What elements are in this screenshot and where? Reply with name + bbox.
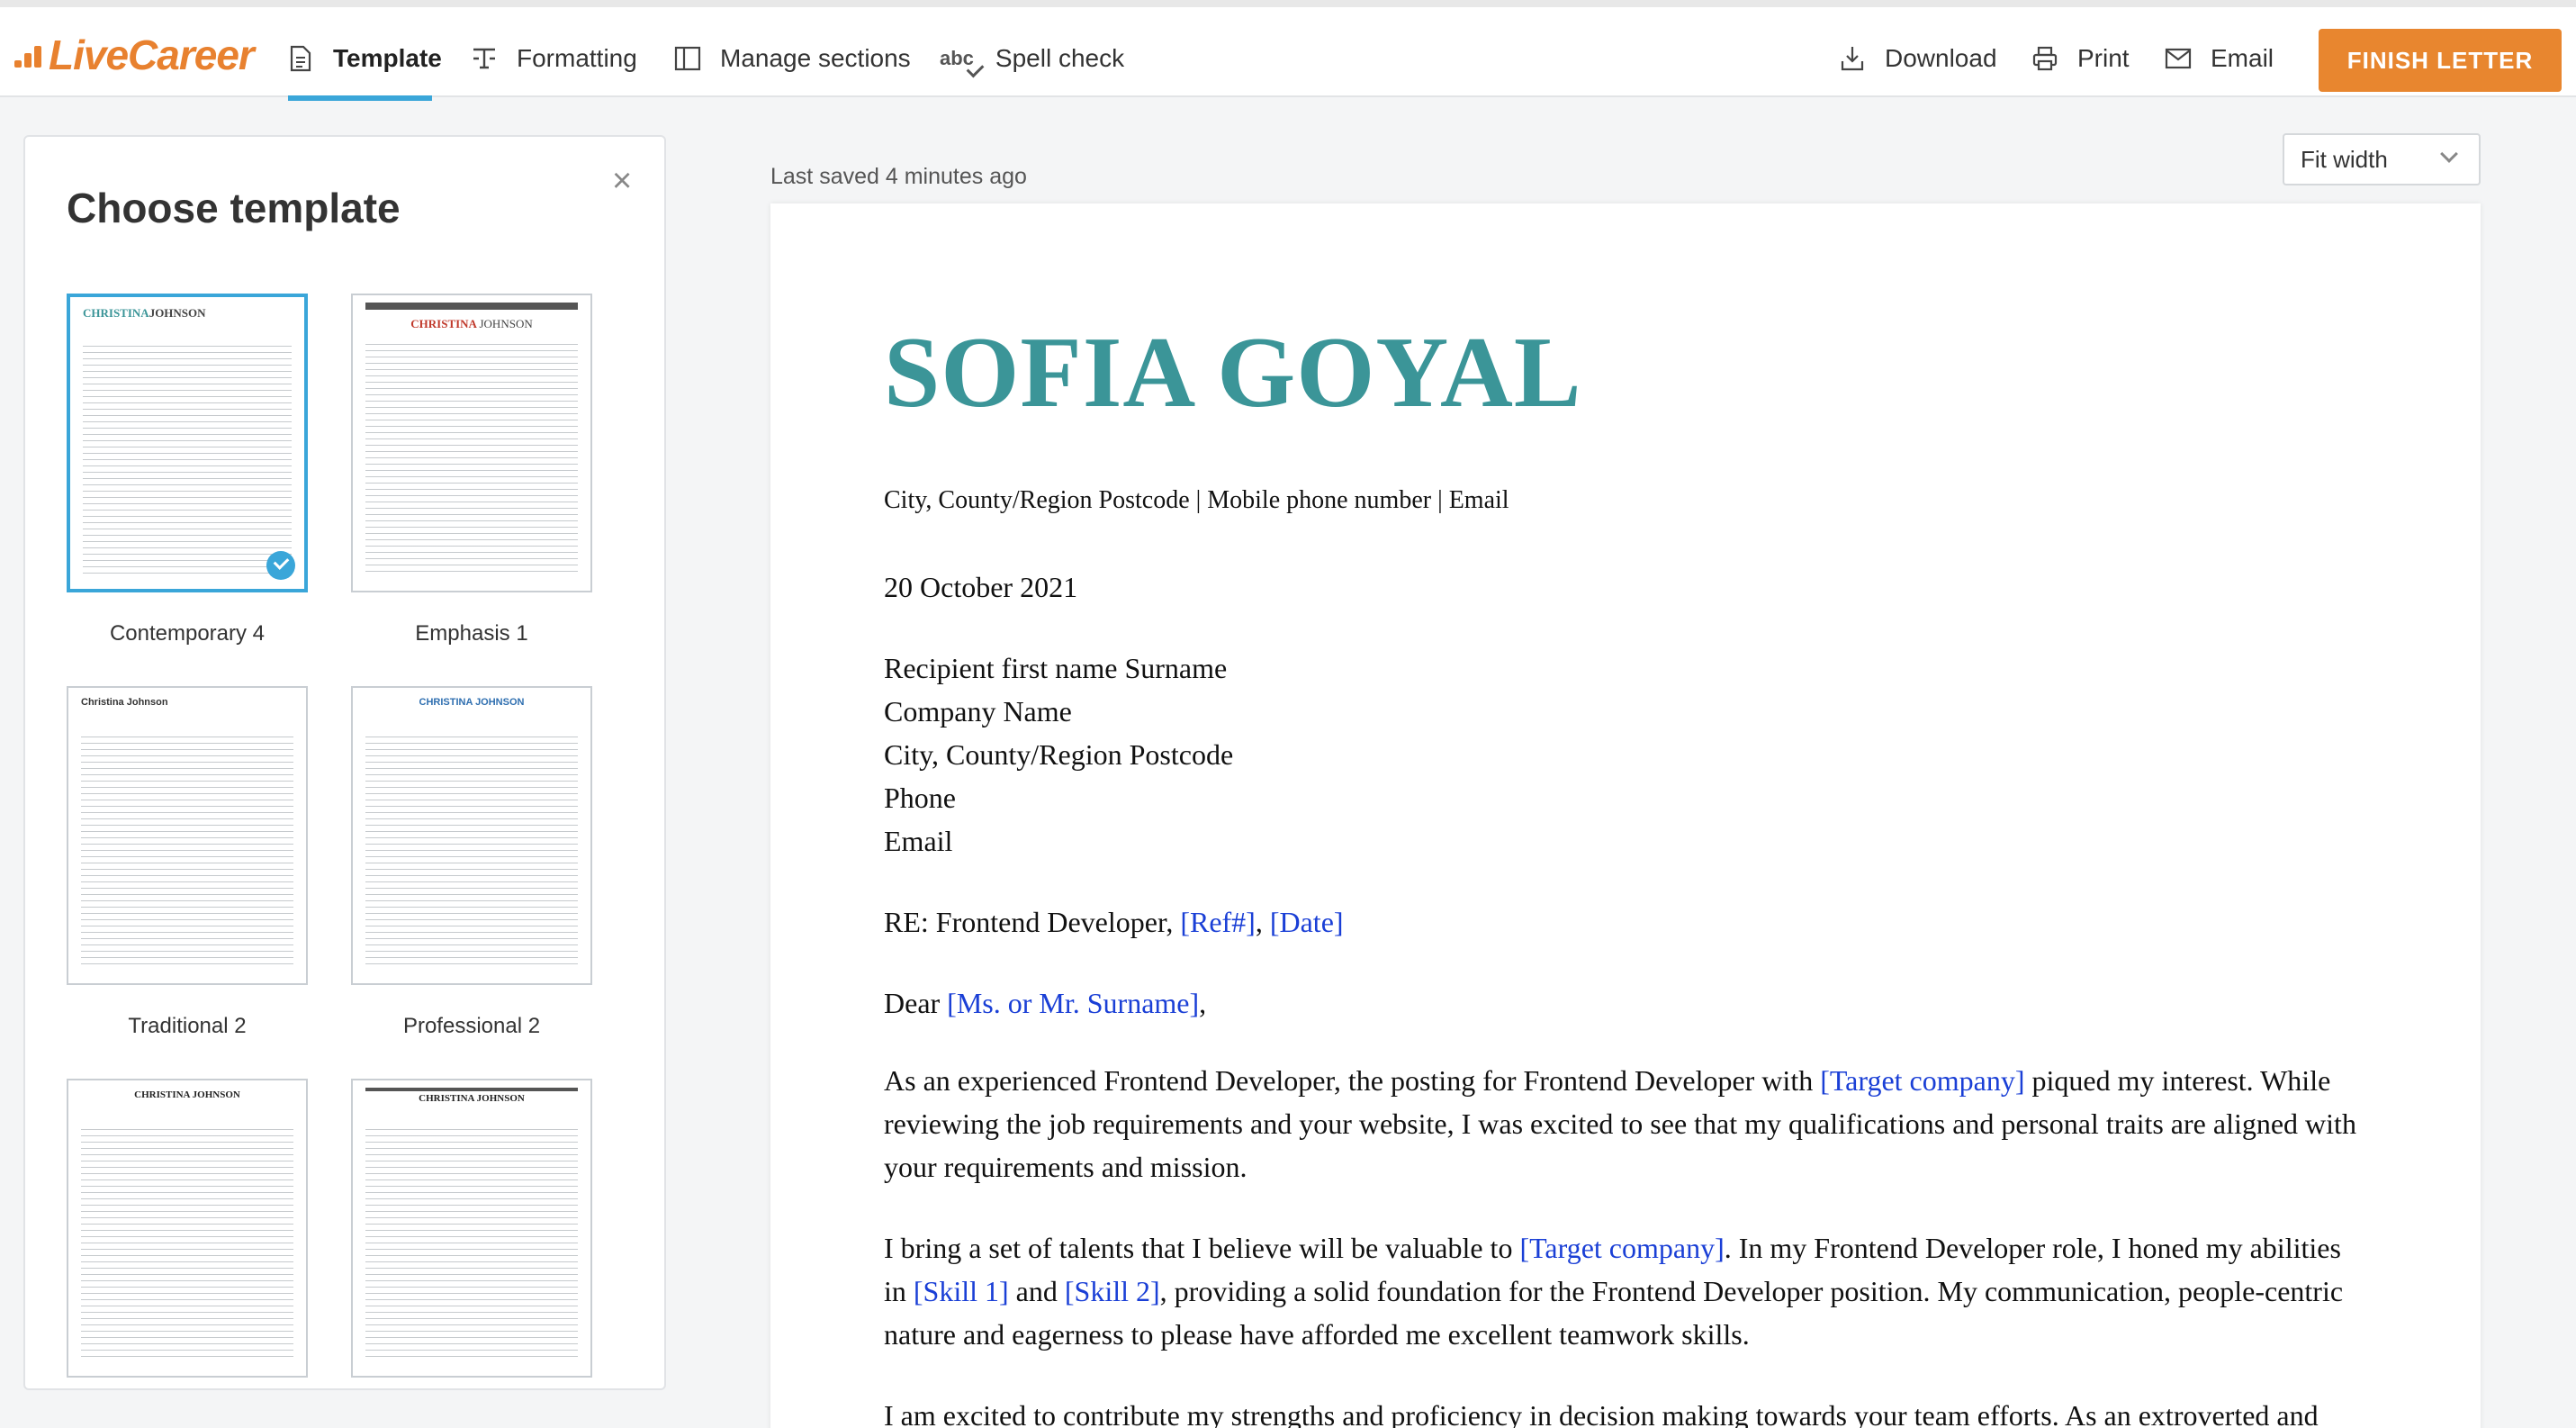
- letter-contact-line[interactable]: City, County/Region Postcode | Mobile ph…: [884, 486, 1509, 515]
- tab-spell-check-label: Spell check: [995, 44, 1125, 72]
- p1-text-a: As an experienced Frontend Developer, th…: [884, 1064, 1821, 1097]
- template-label: Emphasis 1: [415, 621, 528, 646]
- active-tab-indicator: [288, 95, 432, 101]
- last-saved-status: Last saved 4 minutes ago: [770, 164, 1027, 189]
- print-button[interactable]: Print: [2031, 14, 2130, 103]
- template-thumb-6[interactable]: CHRISTINA JOHNSON: [351, 1079, 592, 1378]
- livecareer-logo[interactable]: LiveCareer: [14, 31, 255, 79]
- letter-re-line[interactable]: RE: Frontend Developer, [Ref#], [Date]: [884, 906, 1344, 939]
- logo-bars-icon: [14, 37, 45, 73]
- printer-icon: [2031, 44, 2059, 73]
- dear-suffix: ,: [1199, 987, 1207, 1019]
- recipient-email[interactable]: Email: [884, 825, 952, 858]
- re-prefix: RE: Frontend Developer,: [884, 906, 1181, 938]
- mini-name: CHRISTINA JOHNSON: [419, 697, 525, 708]
- tab-formatting[interactable]: Formatting: [470, 14, 637, 103]
- template-label: Contemporary 4: [109, 621, 266, 646]
- template-label: Traditional 2: [128, 1014, 247, 1038]
- thumb-text-lines: [81, 737, 293, 969]
- download-label: Download: [1885, 44, 1997, 72]
- tab-template-label: Template: [333, 44, 442, 72]
- letter-page[interactable]: SOFIA GOYAL City, County/Region Postcode…: [770, 203, 2481, 1428]
- template-thumb-traditional-2[interactable]: Christina Johnson: [67, 686, 308, 985]
- template-thumb-5[interactable]: CHRISTINA JOHNSON: [67, 1079, 308, 1378]
- placeholder-target-company[interactable]: [Target company]: [1519, 1232, 1724, 1264]
- email-label: Email: [2211, 44, 2274, 72]
- dear-prefix: Dear: [884, 987, 948, 1019]
- tab-formatting-label: Formatting: [517, 44, 637, 72]
- template-thumb-contemporary-4[interactable]: CHRISTINAJOHNSON: [67, 294, 308, 592]
- thumb-header-bar: [365, 1088, 578, 1091]
- document-icon: [286, 44, 315, 73]
- close-icon[interactable]: ×: [612, 164, 632, 198]
- finish-letter-button[interactable]: FINISH LETTER: [2319, 29, 2562, 92]
- letter-salutation[interactable]: Dear [Ms. or Mr. Surname],: [884, 987, 1206, 1020]
- letter-date[interactable]: 20 October 2021: [884, 571, 1077, 604]
- zoom-value: Fit width: [2301, 145, 2388, 173]
- recipient-address[interactable]: City, County/Region Postcode: [884, 738, 1233, 772]
- panel-title: Choose template: [67, 185, 401, 231]
- letter-paragraph-2[interactable]: I bring a set of talents that I believe …: [884, 1226, 2360, 1356]
- spellcheck-icon: abc: [940, 47, 974, 69]
- thumb-text-lines: [365, 1129, 578, 1361]
- placeholder-ref[interactable]: [Ref#]: [1180, 906, 1256, 938]
- mini-name: Christina Johnson: [81, 697, 168, 708]
- choose-template-panel: Choose template × CHRISTINAJOHNSON Conte…: [23, 135, 666, 1390]
- mini-last: JOHNSON: [149, 306, 206, 320]
- mini-last: JOHNSON: [479, 317, 533, 330]
- logo-text: LiveCareer: [49, 32, 255, 78]
- placeholder-skill-1[interactable]: [Skill 1]: [914, 1275, 1009, 1307]
- template-label: Professional 2: [402, 1014, 541, 1038]
- tab-spell-check[interactable]: abc Spell check: [940, 14, 1124, 103]
- placeholder-skill-2[interactable]: [Skill 2]: [1065, 1275, 1160, 1307]
- envelope-icon: [2164, 44, 2193, 73]
- print-label: Print: [2077, 44, 2130, 72]
- template-thumb-professional-2[interactable]: CHRISTINA JOHNSON: [351, 686, 592, 985]
- chevron-down-icon: [2440, 145, 2458, 163]
- format-icon: [470, 44, 499, 73]
- mini-name: CHRISTINA JOHNSON: [134, 1089, 240, 1100]
- recipient-name[interactable]: Recipient first name Surname: [884, 652, 1227, 685]
- tab-manage-sections-label: Manage sections: [720, 44, 911, 72]
- letter-name-heading[interactable]: SOFIA GOYAL: [884, 315, 1582, 431]
- placeholder-target-company[interactable]: [Target company]: [1820, 1064, 2024, 1097]
- mini-first: CHRISTINA: [83, 306, 149, 320]
- mini-first: CHRISTINA: [410, 317, 477, 330]
- p2-text-a: I bring a set of talents that I believe …: [884, 1232, 1520, 1264]
- email-button[interactable]: Email: [2164, 14, 2274, 103]
- tab-manage-sections[interactable]: Manage sections: [673, 14, 911, 103]
- thumb-text-lines: [83, 346, 292, 574]
- thumb-header-bar: [365, 303, 578, 310]
- thumb-text-lines: [81, 1129, 293, 1361]
- recipient-phone[interactable]: Phone: [884, 782, 956, 815]
- p2-and: and: [1008, 1275, 1065, 1307]
- placeholder-surname[interactable]: [Ms. or Mr. Surname]: [947, 987, 1199, 1019]
- selected-check-icon: [266, 551, 295, 580]
- re-separator: ,: [1255, 906, 1270, 938]
- thumb-text-lines: [365, 344, 578, 576]
- download-button[interactable]: Download: [1838, 14, 1997, 103]
- download-icon: [1838, 44, 1867, 73]
- placeholder-date[interactable]: [Date]: [1270, 906, 1344, 938]
- thumb-text-lines: [365, 737, 578, 969]
- tab-template[interactable]: Template: [286, 14, 442, 103]
- top-toolbar: LiveCareer Template Formatting Manage se…: [0, 0, 2576, 101]
- recipient-company[interactable]: Company Name: [884, 695, 1072, 728]
- sections-icon: [673, 44, 702, 73]
- template-thumb-emphasis-1[interactable]: CHRISTINA JOHNSON: [351, 294, 592, 592]
- letter-paragraph-3[interactable]: I am excited to contribute my strengths …: [884, 1394, 2360, 1428]
- zoom-select[interactable]: Fit width: [2283, 133, 2481, 185]
- letter-paragraph-1[interactable]: As an experienced Frontend Developer, th…: [884, 1059, 2360, 1188]
- mini-name: CHRISTINA JOHNSON: [419, 1093, 525, 1104]
